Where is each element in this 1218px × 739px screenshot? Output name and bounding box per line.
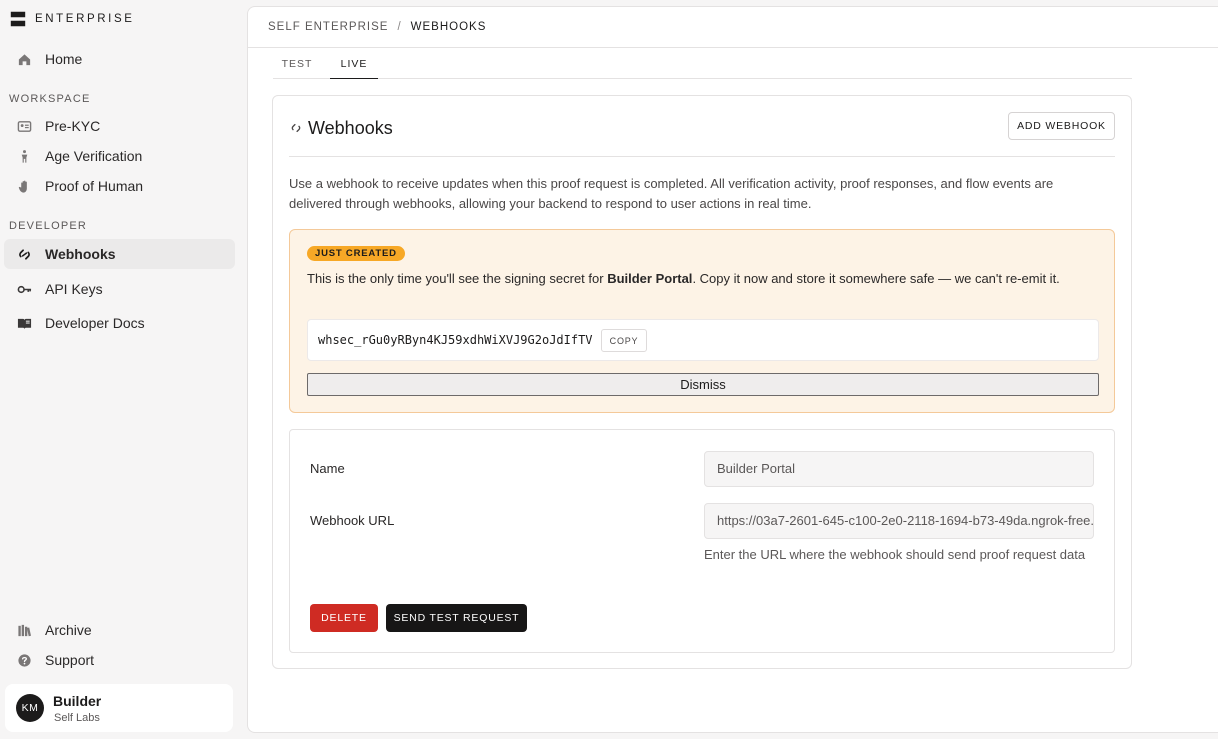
id-card-icon bbox=[16, 118, 32, 134]
user-card[interactable]: KM Builder Self Labs bbox=[5, 684, 233, 732]
webhooks-card: Webhooks ADD WEBHOOK Use a webhook to re… bbox=[272, 95, 1132, 669]
key-icon bbox=[16, 281, 32, 297]
delete-button[interactable]: DELETE bbox=[310, 604, 378, 632]
sidebar-item-label: Archive bbox=[45, 622, 92, 638]
sidebar-item-support[interactable]: Support bbox=[4, 645, 235, 675]
user-org: Self Labs bbox=[54, 712, 100, 724]
webhook-form: Name Builder Portal Webhook URL https://… bbox=[289, 429, 1115, 653]
sidebar-item-label: Support bbox=[45, 652, 95, 668]
webhook-url-help: Enter the URL where the webhook should s… bbox=[704, 547, 1086, 562]
section-label-developer: DEVELOPER bbox=[9, 220, 88, 232]
card-title: Webhooks bbox=[308, 118, 393, 138]
section-label-workspace: WORKSPACE bbox=[9, 93, 91, 105]
sidebar-item-label: Home bbox=[45, 51, 83, 67]
avatar: KM bbox=[16, 694, 44, 722]
alert-text-before: This is the only time you'll see the sig… bbox=[307, 271, 608, 286]
dismiss-button[interactable]: Dismiss bbox=[307, 373, 1099, 396]
person-icon bbox=[16, 148, 32, 164]
card-description: Use a webhook to receive updates when th… bbox=[289, 176, 1054, 211]
sidebar-item-label: Proof of Human bbox=[45, 178, 144, 194]
sidebar-item-proof-of-human[interactable]: Proof of Human bbox=[4, 171, 235, 201]
sidebar-item-label: Age Verification bbox=[45, 148, 143, 164]
breadcrumb: SELF ENTERPRISE / WEBHOOKS bbox=[248, 7, 1218, 48]
name-field[interactable]: Builder Portal bbox=[704, 451, 1094, 487]
divider bbox=[289, 156, 1115, 157]
status-badge: JUST CREATED bbox=[307, 246, 405, 261]
alert-text-after: . Copy it now and store it somewhere saf… bbox=[692, 271, 1060, 286]
sidebar-item-label: Developer Docs bbox=[45, 315, 145, 331]
sidebar-item-developer-docs[interactable]: Developer Docs bbox=[4, 308, 235, 338]
breadcrumb-parent[interactable]: SELF ENTERPRISE bbox=[268, 21, 388, 33]
webhook-icon bbox=[16, 246, 32, 262]
sidebar-item-api-keys[interactable]: API Keys bbox=[4, 274, 235, 304]
copy-secret-button[interactable]: COPY bbox=[601, 329, 647, 352]
sidebar-item-pre-kyc[interactable]: Pre-KYC bbox=[4, 111, 235, 141]
archive-icon bbox=[16, 622, 32, 638]
webhook-url-label: Webhook URL bbox=[310, 513, 395, 528]
tab-test[interactable]: TEST bbox=[273, 49, 321, 79]
environment-tabs: TEST LIVE bbox=[273, 49, 1132, 79]
secret-box: whsec_rGu0yRByn4KJ59xdhWiXVJ9G2oJdIfTV C… bbox=[307, 319, 1099, 361]
hand-icon bbox=[16, 178, 32, 194]
main-panel: SELF ENTERPRISE / WEBHOOKS TEST LIVE Web… bbox=[247, 6, 1218, 733]
sidebar-item-label: Webhooks bbox=[45, 246, 116, 262]
enterprise-logo-icon bbox=[10, 11, 26, 27]
brand-name: ENTERPRISE bbox=[35, 13, 135, 25]
send-test-request-button[interactable]: SEND TEST REQUEST bbox=[386, 604, 527, 632]
alert-webhook-name: Builder Portal bbox=[607, 271, 693, 286]
user-name: Builder bbox=[53, 693, 102, 709]
breadcrumb-separator: / bbox=[397, 21, 402, 33]
tab-live[interactable]: LIVE bbox=[330, 49, 378, 79]
sidebar-item-archive[interactable]: Archive bbox=[4, 615, 235, 645]
home-icon bbox=[16, 51, 32, 67]
sidebar-item-age-verification[interactable]: Age Verification bbox=[4, 141, 235, 171]
sidebar-item-home[interactable]: Home bbox=[4, 44, 235, 74]
name-label: Name bbox=[310, 461, 345, 476]
book-icon bbox=[16, 315, 32, 331]
webhook-url-field[interactable]: https://03a7-2601-645-c100-2e0-2118-1694… bbox=[704, 503, 1094, 539]
signing-secret-value[interactable]: whsec_rGu0yRByn4KJ59xdhWiXVJ9G2oJdIfTV bbox=[318, 333, 593, 347]
sidebar-item-label: API Keys bbox=[45, 281, 103, 297]
breadcrumb-current: WEBHOOKS bbox=[410, 21, 487, 33]
sidebar-item-webhooks[interactable]: Webhooks bbox=[4, 239, 235, 269]
help-icon bbox=[16, 652, 32, 668]
brand[interactable]: ENTERPRISE bbox=[9, 9, 135, 29]
sidebar-item-label: Pre-KYC bbox=[45, 118, 101, 134]
signing-secret-alert: JUST CREATED This is the only time you'l… bbox=[289, 229, 1115, 413]
alert-message: This is the only time you'll see the sig… bbox=[307, 269, 1097, 288]
webhook-icon bbox=[291, 123, 301, 133]
add-webhook-button[interactable]: ADD WEBHOOK bbox=[1008, 112, 1115, 140]
sidebar: ENTERPRISE Home WORKSPACE Pre-KYC Age Ve… bbox=[0, 0, 247, 739]
